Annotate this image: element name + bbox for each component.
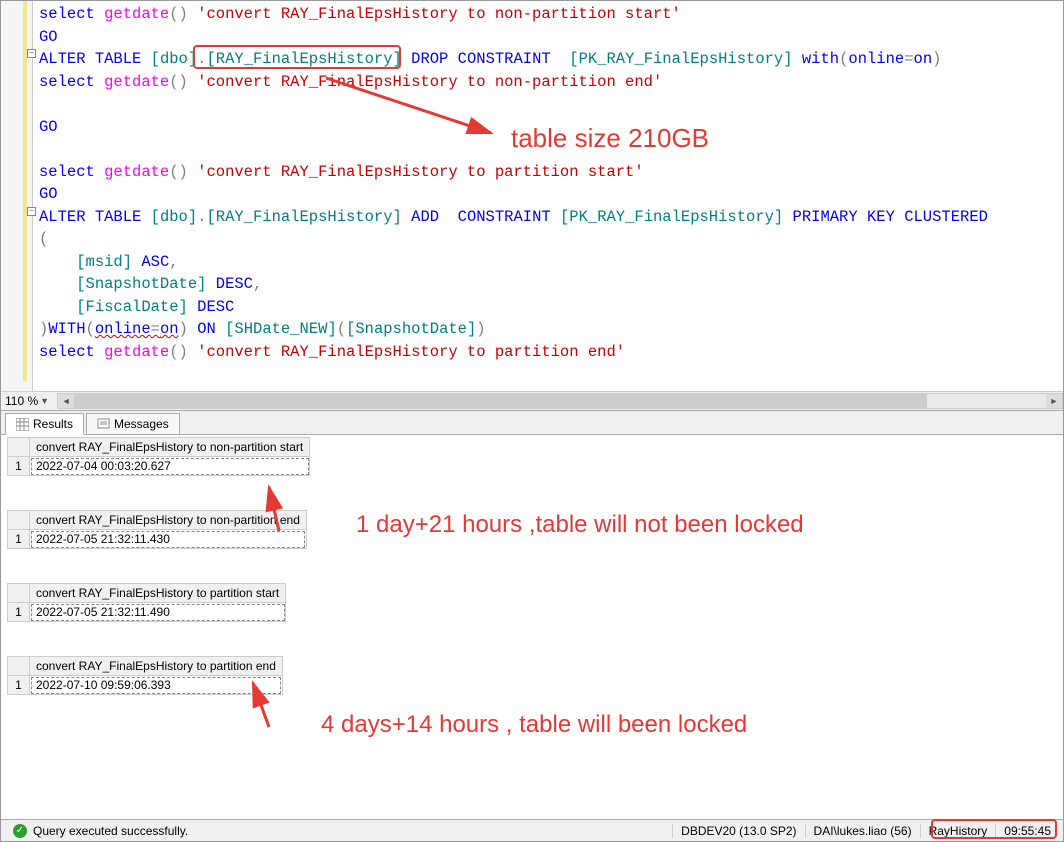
zoom-bar: 110 % ▼ ◄ ► <box>1 391 1063 411</box>
sql-editor[interactable]: − − select getdate() 'convert RAY_FinalE… <box>1 1 1063 391</box>
column-header[interactable]: convert RAY_FinalEpsHistory to non-parti… <box>30 511 307 530</box>
tab-messages[interactable]: Messages <box>86 413 180 434</box>
status-message-section: ✓ Query executed successfully. <box>5 824 672 838</box>
column-header[interactable]: convert RAY_FinalEpsHistory to non-parti… <box>30 438 310 457</box>
row-number[interactable]: 1 <box>8 530 30 549</box>
column-header[interactable]: convert RAY_FinalEpsHistory to partition… <box>30 584 286 603</box>
grid-corner[interactable] <box>8 511 30 530</box>
success-icon: ✓ <box>13 824 27 838</box>
zoom-level[interactable]: 110 % <box>5 394 38 408</box>
change-indicator <box>23 1 27 381</box>
result-table[interactable]: convert RAY_FinalEpsHistory to non-parti… <box>7 510 307 549</box>
scroll-left-icon[interactable]: ◄ <box>58 394 74 408</box>
result-cell[interactable]: 2022-07-05 21:32:11.430 <box>30 530 307 549</box>
horizontal-scrollbar[interactable]: ◄ ► <box>57 393 1063 409</box>
zoom-dropdown-icon[interactable]: ▼ <box>40 396 49 406</box>
result-cell[interactable]: 2022-07-10 09:59:06.393 <box>30 676 283 695</box>
fold-icon[interactable]: − <box>27 49 36 58</box>
fold-icon[interactable]: − <box>27 207 36 216</box>
tab-results[interactable]: Results <box>5 413 84 435</box>
status-db: RayHistory <box>920 824 996 838</box>
result-table[interactable]: convert RAY_FinalEpsHistory to partition… <box>7 656 283 695</box>
status-message: Query executed successfully. <box>33 824 188 838</box>
scroll-right-icon[interactable]: ► <box>1046 394 1062 408</box>
result-cell[interactable]: 2022-07-04 00:03:20.627 <box>30 457 310 476</box>
result-cell[interactable]: 2022-07-05 21:32:11.490 <box>30 603 286 622</box>
row-number[interactable]: 1 <box>8 457 30 476</box>
tab-label: Messages <box>114 417 169 431</box>
status-server: DBDEV20 (13.0 SP2) <box>672 824 804 838</box>
messages-icon <box>97 418 110 431</box>
row-number[interactable]: 1 <box>8 676 30 695</box>
result-grid-2: convert RAY_FinalEpsHistory to non-parti… <box>1 510 1063 549</box>
scroll-thumb[interactable] <box>74 394 927 408</box>
grid-corner[interactable] <box>8 584 30 603</box>
status-time: 09:55:45 <box>995 824 1059 838</box>
status-user: DAI\lukes.liao (56) <box>805 824 920 838</box>
editor-gutter: − − <box>1 1 33 391</box>
grid-corner[interactable] <box>8 657 30 676</box>
status-bar: ✓ Query executed successfully. DBDEV20 (… <box>1 819 1063 841</box>
result-table[interactable]: convert RAY_FinalEpsHistory to non-parti… <box>7 437 310 476</box>
result-table[interactable]: convert RAY_FinalEpsHistory to partition… <box>7 583 286 622</box>
column-header[interactable]: convert RAY_FinalEpsHistory to partition… <box>30 657 283 676</box>
row-number[interactable]: 1 <box>8 603 30 622</box>
tab-label: Results <box>33 417 73 431</box>
grid-corner[interactable] <box>8 438 30 457</box>
results-pane[interactable]: convert RAY_FinalEpsHistory to non-parti… <box>1 435 1063 819</box>
result-grid-4: convert RAY_FinalEpsHistory to partition… <box>1 656 1063 695</box>
results-tabs: Results Messages <box>1 411 1063 435</box>
result-grid-1: convert RAY_FinalEpsHistory to non-parti… <box>1 437 1063 476</box>
grid-icon <box>16 418 29 431</box>
result-grid-3: convert RAY_FinalEpsHistory to partition… <box>1 583 1063 622</box>
code-content[interactable]: select getdate() 'convert RAY_FinalEpsHi… <box>33 1 1063 391</box>
